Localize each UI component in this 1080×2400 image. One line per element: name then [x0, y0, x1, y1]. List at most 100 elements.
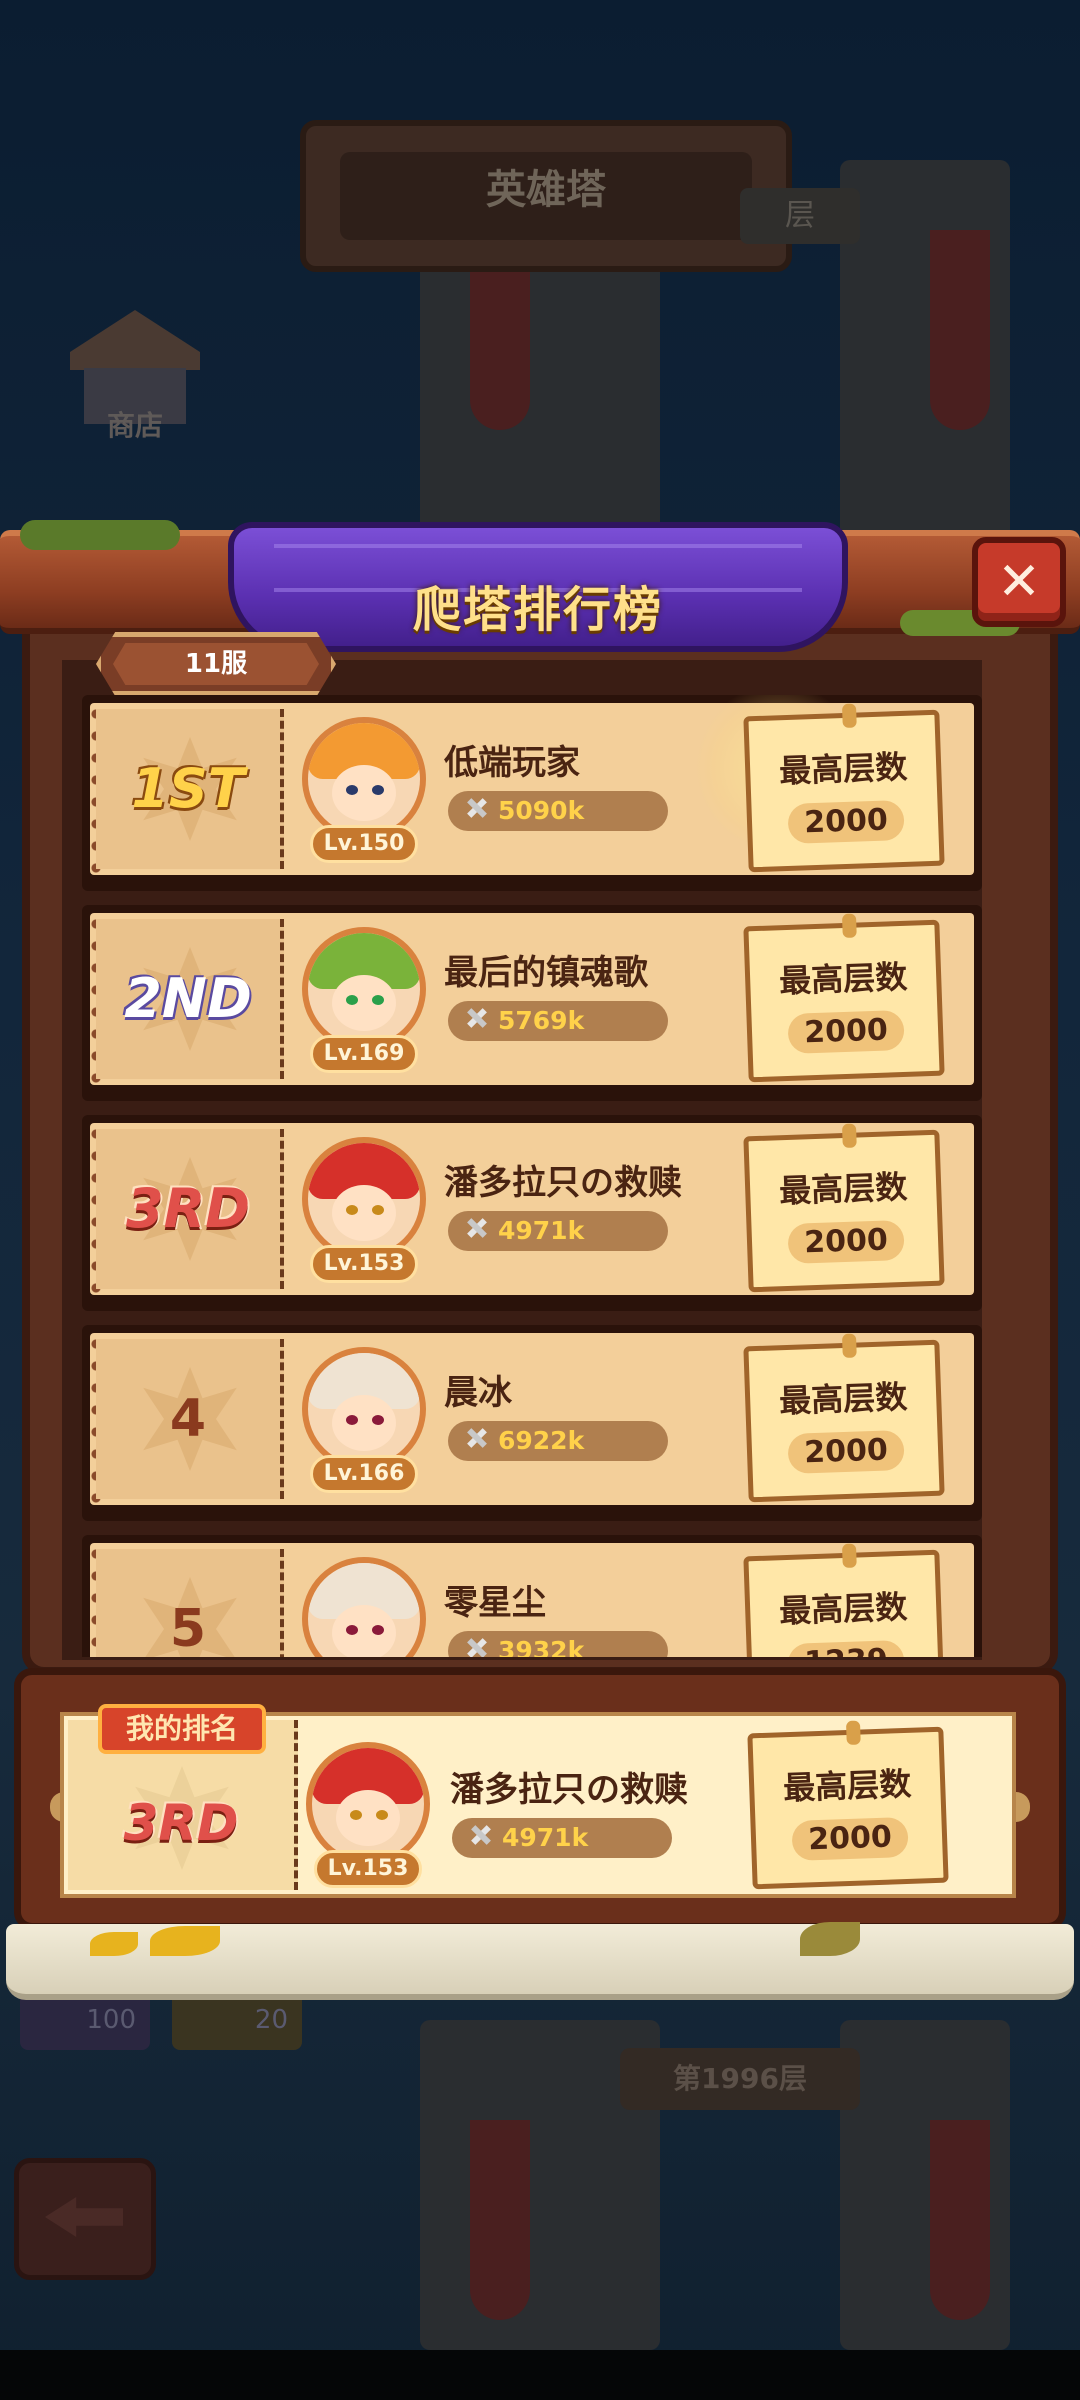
tower-banner [930, 230, 990, 430]
max-floor-value: 2000 [787, 1009, 905, 1054]
rank-label: 5 [169, 1599, 207, 1657]
tower-title: 英雄塔 [340, 152, 752, 240]
ranking-row[interactable]: 1ST Lv.150 低端玩家 5090k 最高层数 2000 [82, 695, 982, 891]
tower-banner [930, 2120, 990, 2320]
ranking-row[interactable]: 2ND Lv.169 最后的镇魂歌 5769k 最高层数 2000 [82, 905, 982, 1101]
rank-label: 3RD [126, 1177, 250, 1240]
back-button[interactable] [14, 2158, 156, 2280]
level-badge: Lv.169 [310, 1035, 418, 1073]
avatar[interactable] [302, 717, 426, 841]
ranking-row[interactable]: 3RD Lv.153 潘多拉只の救赎 4971k 最高层数 2000 [82, 1115, 982, 1311]
avatar[interactable] [302, 927, 426, 1051]
max-floor-scroll: 最高层数 2000 [743, 703, 945, 873]
ranking-row[interactable]: 4 Lv.166 晨冰 6922k 最高层数 2000 [82, 1325, 982, 1521]
max-floor-value: 2000 [791, 1816, 909, 1861]
avatar-face [332, 765, 396, 821]
pin-icon [841, 1123, 857, 1149]
power-pill: 4971k [452, 1818, 672, 1858]
shop-button[interactable]: 商店 [70, 300, 200, 442]
floor-tag: 第1996层 [620, 2048, 860, 2110]
max-floor-label: 最高层数 [778, 1587, 908, 1631]
avatar-eye [346, 1415, 358, 1425]
server-label: 11服 [113, 643, 319, 685]
avatar-eye [346, 1625, 358, 1635]
tower-title-board: 英雄塔 [300, 120, 792, 272]
player-name: 潘多拉只の救赎 [444, 1163, 682, 1203]
avatar-eye [350, 1810, 362, 1820]
avatar-face [336, 1790, 400, 1846]
player-name: 零星尘 [444, 1583, 546, 1623]
tower-banner [470, 2120, 530, 2320]
max-floor-scroll: 最高层数 1239 [743, 1543, 945, 1657]
max-floor-value: 1239 [787, 1639, 905, 1657]
level-badge: Lv.153 [310, 1245, 418, 1283]
avatar[interactable] [302, 1137, 426, 1261]
max-floor-scroll: 最高层数 2000 [743, 1333, 945, 1503]
ranking-row[interactable]: 5 零星尘 3932k 最高层数 1239 [82, 1535, 982, 1657]
power-value: 5769k [498, 1006, 585, 1035]
my-rank-label: 3RD [123, 1794, 239, 1852]
player-name: 最后的镇魂歌 [444, 953, 648, 993]
layer-tag: 层 [740, 188, 860, 244]
rank-label: 4 [169, 1389, 207, 1449]
player-name: 潘多拉只の救赎 [450, 1770, 688, 1810]
power-value: 4971k [498, 1216, 585, 1245]
leaf-decoration [800, 1922, 860, 1956]
avatar-eye [376, 1810, 388, 1820]
pin-icon [841, 913, 857, 939]
avatar[interactable] [302, 1347, 426, 1471]
avatar-face [332, 1185, 396, 1241]
coin-decoration [90, 1932, 138, 1956]
server-tag[interactable]: 11服 [96, 632, 336, 696]
rank-label: 2ND [124, 967, 252, 1030]
player-name: 低端玩家 [444, 743, 580, 783]
crossed-swords-icon [466, 1824, 494, 1852]
avatar-face [332, 975, 396, 1031]
close-icon: ✕ [997, 552, 1041, 612]
ranking-list[interactable]: 1ST Lv.150 低端玩家 5090k 最高层数 2000 2ND Lv.1… [82, 695, 984, 1657]
pin-icon [841, 1333, 857, 1359]
crossed-swords-icon [462, 1637, 490, 1657]
tower-banner [470, 270, 530, 430]
pin-icon [845, 1720, 861, 1746]
power-value: 6922k [498, 1426, 585, 1455]
my-rank-panel: 我的排名 3RD Lv.153 潘多拉只の救赎 4971k 最高层数 2000 [60, 1704, 1016, 1898]
avatar-eye [372, 785, 384, 795]
power-pill: 3932k [448, 1631, 668, 1657]
avatar-eye [372, 1205, 384, 1215]
level-badge: Lv.153 [314, 1850, 422, 1888]
avatar-face [332, 1605, 396, 1657]
max-floor-label: 最高层数 [778, 1167, 908, 1211]
avatar-eye [372, 1625, 384, 1635]
vine-decoration [20, 520, 180, 550]
player-name: 晨冰 [444, 1373, 512, 1413]
rank-label: 1ST [131, 757, 245, 820]
resource-value: 20 [254, 2005, 288, 2035]
max-floor-label: 最高层数 [782, 1764, 912, 1808]
max-floor-label: 最高层数 [778, 957, 908, 1001]
shop-icon [70, 310, 200, 370]
power-value: 5090k [498, 796, 585, 825]
power-pill: 5090k [448, 791, 668, 831]
max-floor-value: 2000 [787, 1219, 905, 1264]
avatar-eye [346, 995, 358, 1005]
max-floor-value: 2000 [787, 799, 905, 844]
max-floor-label: 最高层数 [778, 747, 908, 791]
modal-title: 爬塔排行榜 [412, 582, 663, 638]
avatar-eye [346, 1205, 358, 1215]
avatar[interactable] [306, 1742, 430, 1866]
avatar-eye [372, 1415, 384, 1425]
avatar-eye [372, 995, 384, 1005]
resource-value: 100 [86, 2005, 136, 2035]
max-floor-scroll: 最高层数 2000 [747, 1720, 949, 1890]
power-pill: 5769k [448, 1001, 668, 1041]
coin-decoration [150, 1926, 220, 1956]
level-badge: Lv.150 [310, 825, 418, 863]
avatar-face [332, 1395, 396, 1451]
my-rank-tag: 我的排名 [98, 1704, 266, 1754]
max-floor-value: 2000 [787, 1429, 905, 1474]
power-pill: 4971k [448, 1211, 668, 1251]
close-button[interactable]: ✕ [972, 537, 1066, 627]
pin-icon [841, 1543, 857, 1569]
crossed-swords-icon [462, 1217, 490, 1245]
